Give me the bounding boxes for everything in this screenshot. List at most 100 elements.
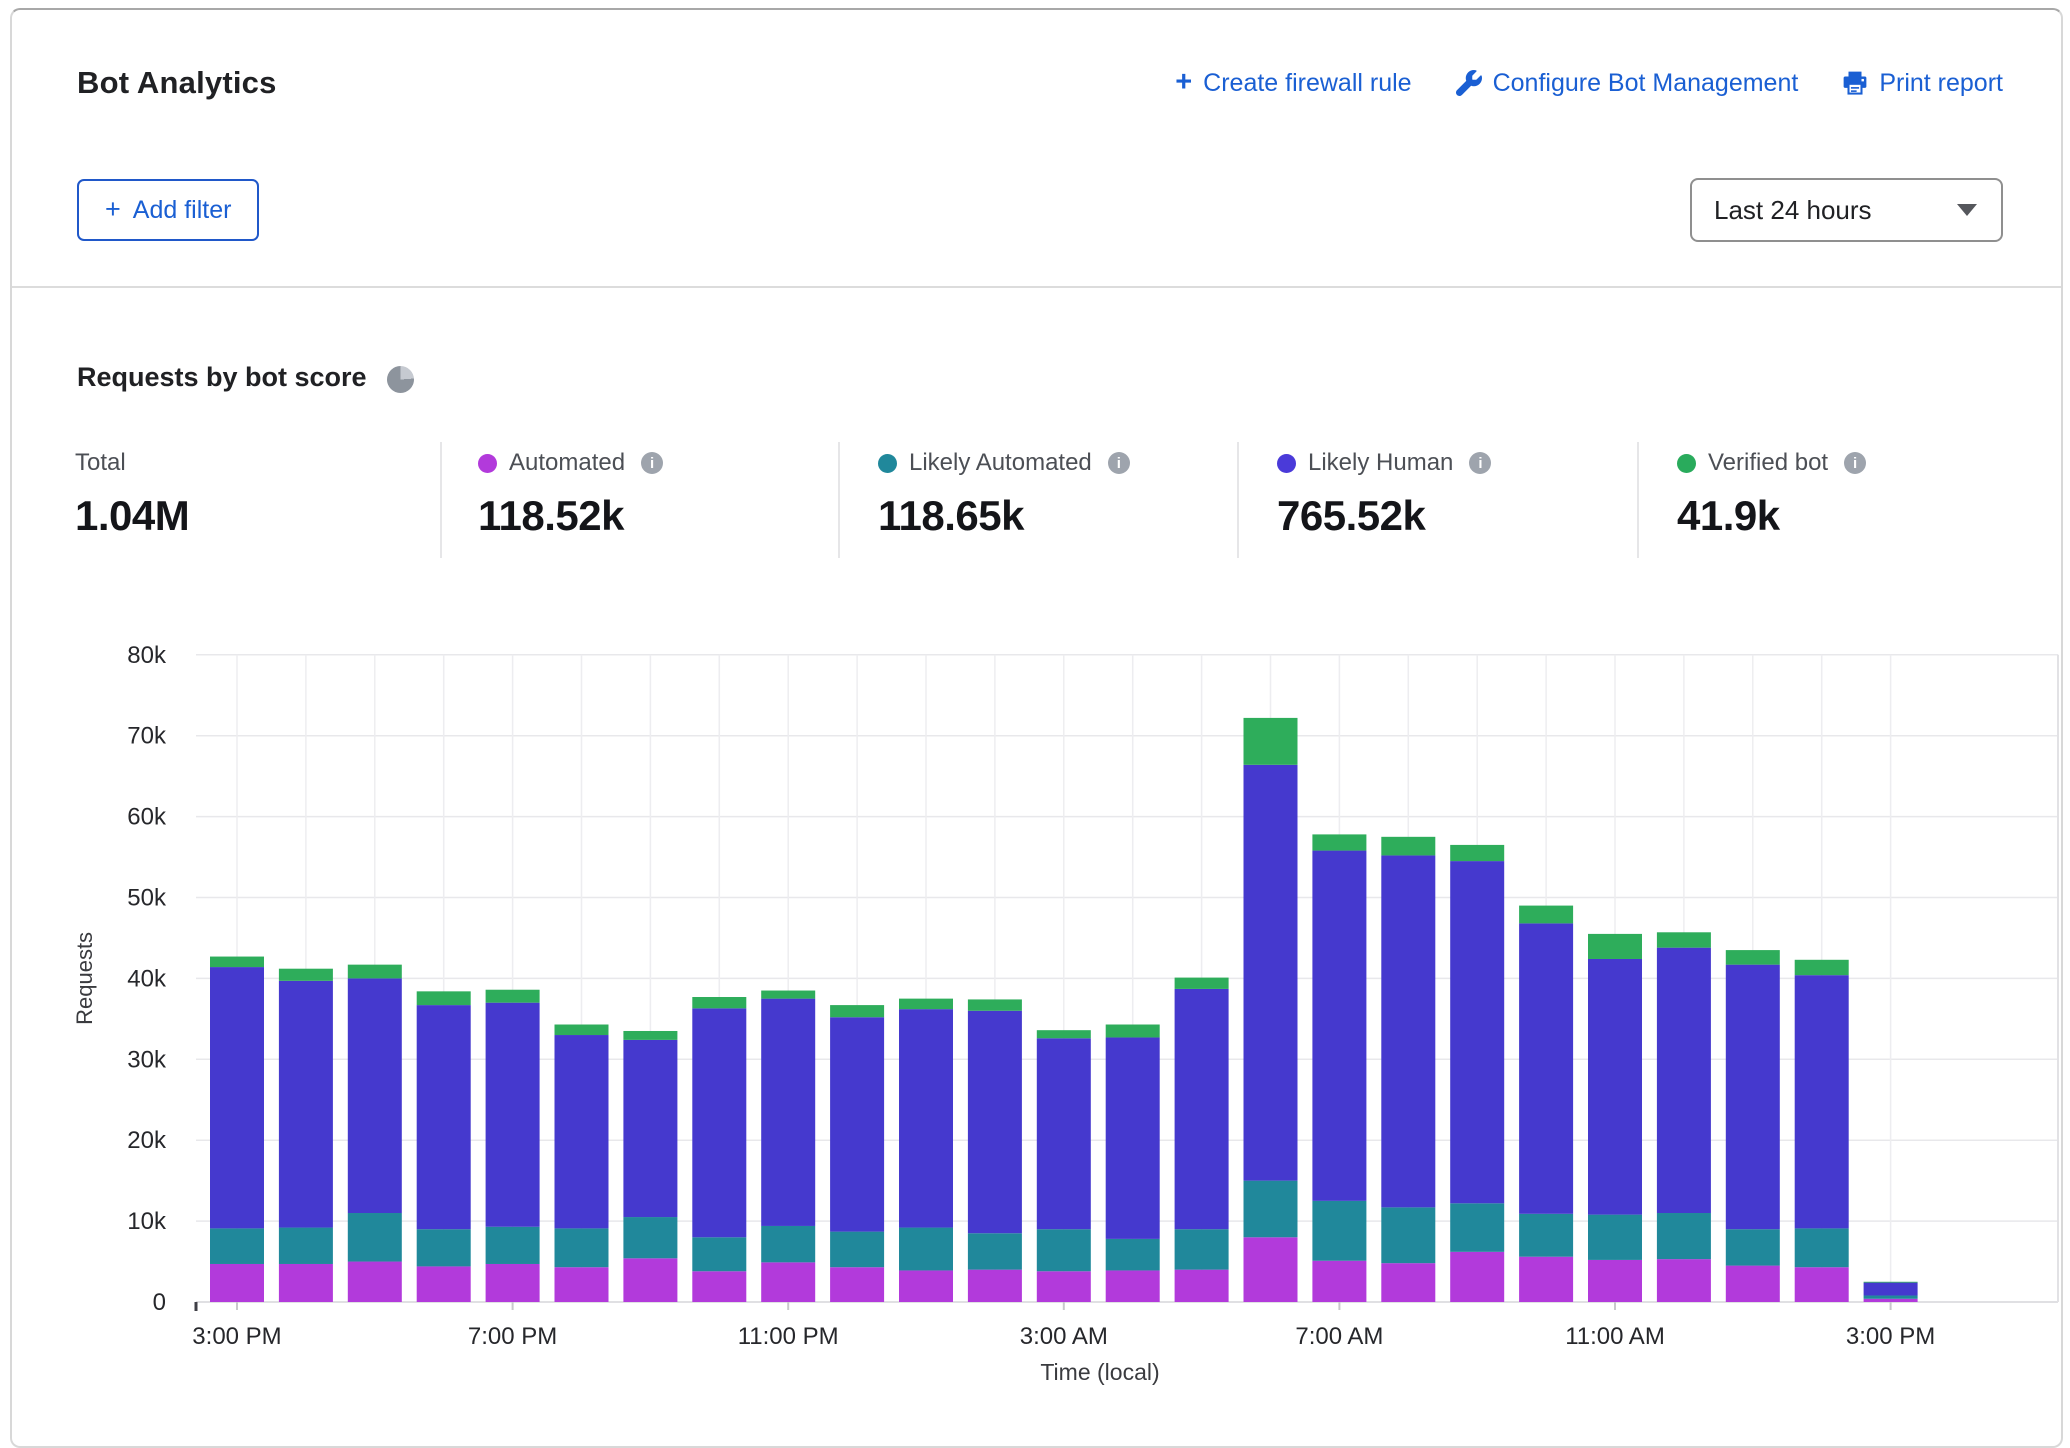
configure-bot-management-link[interactable]: Configure Bot Management — [1456, 69, 1799, 98]
bar-segment[interactable] — [1588, 1260, 1642, 1302]
bar-segment[interactable] — [279, 969, 333, 981]
bar-segment[interactable] — [279, 1264, 333, 1302]
bar-segment[interactable] — [623, 1258, 677, 1302]
bar-segment[interactable] — [1657, 948, 1711, 1213]
bar-segment[interactable] — [486, 1003, 540, 1227]
bar-segment[interactable] — [1312, 851, 1366, 1201]
bar-segment[interactable] — [417, 1229, 471, 1266]
bar-segment[interactable] — [899, 1228, 953, 1271]
bar-segment[interactable] — [210, 967, 264, 1228]
time-range-select[interactable]: Last 24 hours — [1690, 178, 2003, 242]
info-icon[interactable]: i — [1844, 452, 1866, 474]
bar-segment[interactable] — [210, 1228, 264, 1264]
bar-segment[interactable] — [1175, 1270, 1229, 1302]
bar-segment[interactable] — [1519, 906, 1573, 924]
bar-segment[interactable] — [623, 1040, 677, 1217]
bar-segment[interactable] — [899, 999, 953, 1010]
bar-segment[interactable] — [623, 1217, 677, 1258]
bar-segment[interactable] — [348, 965, 402, 979]
bar-segment[interactable] — [1450, 1203, 1504, 1252]
bar-segment[interactable] — [348, 1213, 402, 1262]
bar-segment[interactable] — [486, 1227, 540, 1264]
bar-segment[interactable] — [279, 981, 333, 1228]
bar-segment[interactable] — [1106, 1270, 1160, 1302]
print-report-link[interactable]: Print report — [1842, 69, 2003, 98]
bar-segment[interactable] — [1381, 1263, 1435, 1302]
add-filter-button[interactable]: + Add filter — [77, 179, 259, 241]
bar-segment[interactable] — [1037, 1271, 1091, 1302]
bar-segment[interactable] — [210, 957, 264, 968]
bar-segment[interactable] — [1864, 1282, 1918, 1283]
bar-segment[interactable] — [692, 997, 746, 1008]
bar-segment[interactable] — [1726, 965, 1780, 1230]
bar-segment[interactable] — [830, 1232, 884, 1268]
bar-segment[interactable] — [1244, 718, 1298, 765]
bar-segment[interactable] — [555, 1035, 609, 1228]
bar-segment[interactable] — [1588, 1215, 1642, 1260]
bar-segment[interactable] — [692, 1271, 746, 1302]
bar-segment[interactable] — [417, 991, 471, 1005]
bar-segment[interactable] — [1381, 1207, 1435, 1263]
bar-segment[interactable] — [1244, 765, 1298, 1181]
bar-segment[interactable] — [1657, 932, 1711, 947]
bar-segment[interactable] — [830, 1005, 884, 1017]
bar-segment[interactable] — [968, 1011, 1022, 1233]
bar-segment[interactable] — [1795, 1267, 1849, 1302]
bar-segment[interactable] — [830, 1017, 884, 1231]
bar-segment[interactable] — [555, 1025, 609, 1036]
bar-segment[interactable] — [1312, 1201, 1366, 1261]
bar-segment[interactable] — [1175, 1229, 1229, 1269]
bar-segment[interactable] — [968, 1233, 1022, 1269]
bar-segment[interactable] — [348, 1262, 402, 1302]
bar-segment[interactable] — [761, 1226, 815, 1262]
bar-segment[interactable] — [1312, 834, 1366, 850]
bar-segment[interactable] — [1450, 861, 1504, 1203]
create-firewall-rule-link[interactable]: + Create firewall rule — [1175, 69, 1411, 98]
bar-segment[interactable] — [210, 1264, 264, 1302]
bar-segment[interactable] — [1864, 1299, 1918, 1302]
info-icon[interactable]: i — [641, 452, 663, 474]
bar-segment[interactable] — [899, 1009, 953, 1227]
bar-segment[interactable] — [968, 999, 1022, 1010]
bar-segment[interactable] — [1519, 923, 1573, 1213]
info-icon[interactable]: i — [1108, 452, 1130, 474]
bar-segment[interactable] — [1657, 1259, 1711, 1302]
bar-segment[interactable] — [1726, 1266, 1780, 1302]
bar-segment[interactable] — [417, 1266, 471, 1302]
bar-segment[interactable] — [1450, 1252, 1504, 1302]
bar-segment[interactable] — [899, 1270, 953, 1302]
bar-segment[interactable] — [623, 1031, 677, 1040]
bar-segment[interactable] — [1657, 1213, 1711, 1259]
bar-segment[interactable] — [1588, 934, 1642, 959]
bar-segment[interactable] — [486, 990, 540, 1003]
bar-segment[interactable] — [1588, 959, 1642, 1215]
bar-segment[interactable] — [486, 1264, 540, 1302]
bar-segment[interactable] — [1037, 1229, 1091, 1271]
bar-segment[interactable] — [1175, 978, 1229, 989]
bar-segment[interactable] — [1244, 1237, 1298, 1302]
stat-likely-human[interactable]: Likely Human i 765.52k — [1277, 448, 1491, 540]
stat-verified-bot[interactable]: Verified bot i 41.9k — [1677, 448, 1866, 540]
bar-segment[interactable] — [1726, 950, 1780, 965]
info-icon[interactable]: i — [1469, 452, 1491, 474]
bar-segment[interactable] — [692, 1008, 746, 1237]
stat-automated[interactable]: Automated i 118.52k — [478, 448, 663, 540]
bar-segment[interactable] — [1519, 1257, 1573, 1302]
bar-segment[interactable] — [761, 991, 815, 999]
bar-segment[interactable] — [1037, 1030, 1091, 1038]
bar-segment[interactable] — [1106, 1025, 1160, 1038]
bar-segment[interactable] — [1864, 1296, 1918, 1299]
bar-segment[interactable] — [1106, 1037, 1160, 1238]
bar-segment[interactable] — [1519, 1214, 1573, 1257]
bar-segment[interactable] — [1726, 1229, 1780, 1265]
bar-segment[interactable] — [417, 1005, 471, 1229]
bar-segment[interactable] — [692, 1237, 746, 1271]
bar-segment[interactable] — [1450, 845, 1504, 861]
bar-segment[interactable] — [1381, 855, 1435, 1207]
bar-segment[interactable] — [1864, 1283, 1918, 1296]
bar-segment[interactable] — [1795, 1228, 1849, 1267]
bar-segment[interactable] — [555, 1267, 609, 1302]
bar-segment[interactable] — [348, 978, 402, 1213]
bar-segment[interactable] — [1175, 989, 1229, 1229]
bar-segment[interactable] — [1106, 1239, 1160, 1271]
